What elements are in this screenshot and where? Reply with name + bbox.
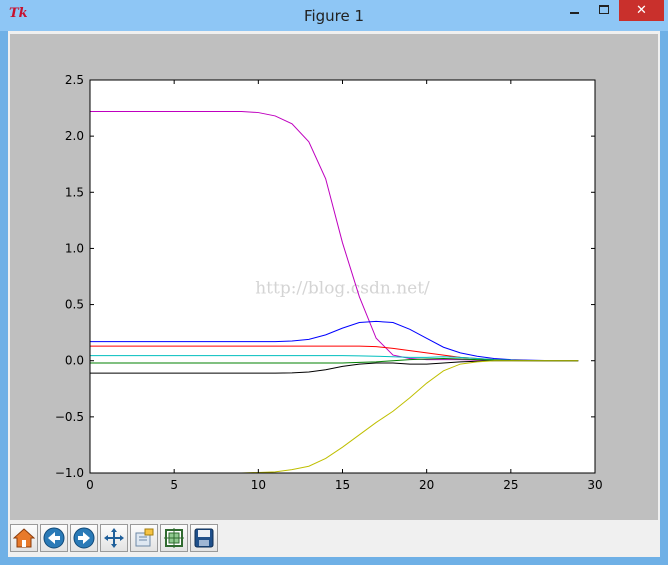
minimize-button[interactable]	[560, 0, 588, 21]
figure-canvas[interactable]: http://blog.csdn.net/0 5 10 15 20 25 30 −1.0 −0.…	[10, 34, 658, 520]
window-client: http://blog.csdn.net/0 5 10 15 20 25 30 −1.0 −0.…	[8, 31, 660, 557]
x-tick-label: 30	[587, 478, 602, 492]
y-tick-label: 2.5	[65, 73, 84, 87]
forward-arrow-icon	[73, 527, 95, 549]
line-chart: http://blog.csdn.net/0 5 10 15 20 25 30 −1.0 −0.…	[55, 73, 603, 492]
y-tick-label: 1.0	[65, 241, 84, 255]
y-tick-label: −0.5	[55, 410, 84, 424]
subplots-button[interactable]	[160, 524, 188, 552]
navigation-toolbar	[8, 522, 660, 557]
y-tick-label: 2.0	[65, 129, 84, 143]
zoom-icon	[135, 528, 154, 547]
x-tick-label: 25	[503, 478, 518, 492]
subplots-icon	[164, 528, 184, 548]
y-tick-label: 0.5	[65, 298, 84, 312]
title-bar[interactable]: Tk Figure 1 ✕	[0, 0, 668, 31]
close-button[interactable]: ✕	[619, 0, 664, 21]
y-tick-label: 0.0	[65, 354, 84, 368]
watermark-text: http://blog.csdn.net/	[255, 278, 430, 298]
y-tick-label: −1.0	[55, 466, 84, 480]
x-tick-label: 10	[251, 478, 266, 492]
home-icon	[13, 528, 35, 548]
back-arrow-icon	[43, 527, 65, 549]
y-tick-label: 1.5	[65, 185, 84, 199]
forward-button[interactable]	[70, 524, 98, 552]
plot-area	[90, 80, 595, 473]
pan-button[interactable]	[100, 524, 128, 552]
x-tick-label: 20	[419, 478, 434, 492]
x-tick-label: 15	[335, 478, 350, 492]
x-tick-label: 0	[86, 478, 94, 492]
save-icon	[194, 528, 214, 548]
x-tick-label: 5	[170, 478, 178, 492]
zoom-button[interactable]	[130, 524, 158, 552]
home-button[interactable]	[10, 524, 38, 552]
save-button[interactable]	[190, 524, 218, 552]
pan-icon	[104, 528, 124, 548]
maximize-button[interactable]	[590, 0, 618, 21]
back-button[interactable]	[40, 524, 68, 552]
